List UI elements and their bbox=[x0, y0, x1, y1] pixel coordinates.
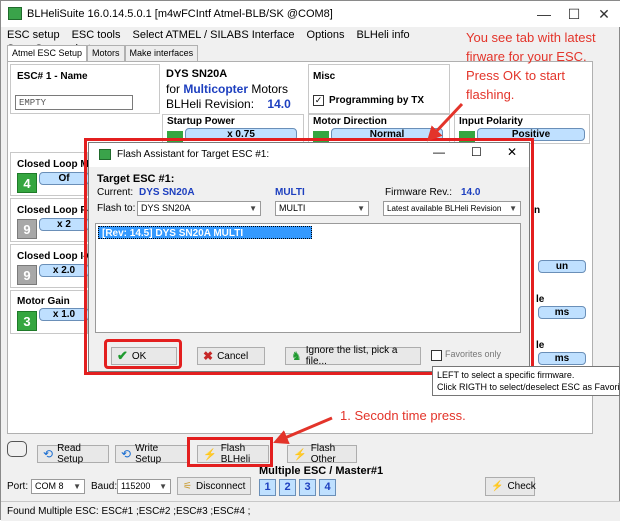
annotation-arrows bbox=[273, 102, 464, 444]
arrow-to-dialog bbox=[426, 102, 464, 142]
arrow-to-flash-blheli bbox=[273, 416, 333, 444]
